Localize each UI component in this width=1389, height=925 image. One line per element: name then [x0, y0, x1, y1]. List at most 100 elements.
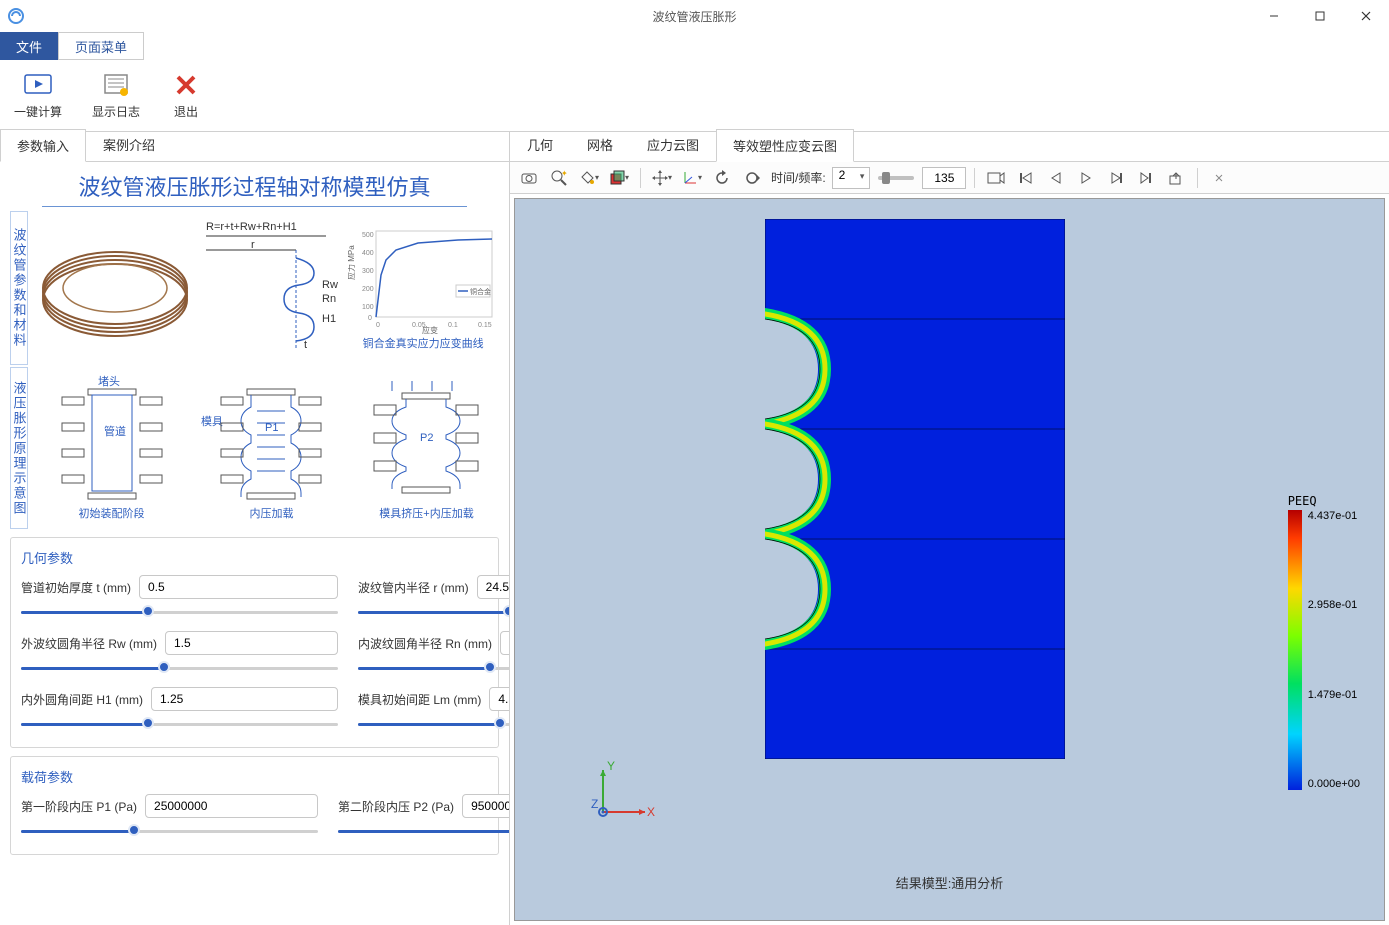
- param-row: 第二阶段内压 P2 (Pa): [338, 794, 510, 840]
- param-input[interactable]: [500, 631, 510, 655]
- param-row: 第一阶段内压 P1 (Pa): [21, 794, 318, 840]
- app-icon: [0, 0, 32, 32]
- param-slider[interactable]: [21, 822, 318, 840]
- tab-mesh[interactable]: 网格: [570, 128, 630, 161]
- svg-text:0: 0: [368, 315, 372, 322]
- diagram-geom-mat: R=r+t+Rw+Rn+H1 r Rw Rn H1 t 应力 MPa: [34, 211, 499, 365]
- axes-icon[interactable]: ▾: [679, 166, 705, 190]
- svg-text:300: 300: [362, 268, 374, 275]
- param-input[interactable]: [489, 687, 510, 711]
- param-slider[interactable]: [21, 715, 338, 733]
- svg-text:Rn: Rn: [322, 293, 336, 305]
- menu-page[interactable]: 页面菜单: [58, 32, 144, 60]
- param-input[interactable]: [151, 687, 338, 711]
- compute-label: 一键计算: [14, 103, 62, 120]
- param-slider[interactable]: [358, 659, 510, 677]
- showlog-button[interactable]: 显示日志: [86, 67, 146, 124]
- first-frame-icon[interactable]: [1013, 166, 1039, 190]
- record-icon[interactable]: [983, 166, 1009, 190]
- param-label: 第二阶段内压 P2 (Pa): [338, 798, 454, 815]
- rotate-icon[interactable]: [709, 166, 735, 190]
- param-input[interactable]: [145, 794, 318, 818]
- prev-frame-icon[interactable]: [1043, 166, 1069, 190]
- cube-icon[interactable]: ▾: [606, 166, 632, 190]
- diagram-principle: 堵头 管道 初始装配阶段 模具: [34, 367, 499, 529]
- param-input[interactable]: [139, 575, 338, 599]
- tab-geometry[interactable]: 几何: [510, 128, 570, 161]
- time-select[interactable]: 2: [832, 167, 871, 189]
- last-frame-icon[interactable]: [1133, 166, 1159, 190]
- param-input[interactable]: [477, 575, 510, 599]
- close-button[interactable]: [1343, 0, 1389, 32]
- param-slider[interactable]: [21, 603, 338, 621]
- exit-button[interactable]: 退出: [164, 67, 208, 124]
- svg-text:应变: 应变: [422, 325, 438, 335]
- refresh-icon[interactable]: [739, 166, 765, 190]
- frame-input[interactable]: [922, 167, 966, 189]
- window-title: 波纹管液压胀形: [0, 8, 1389, 25]
- maximize-button[interactable]: [1297, 0, 1343, 32]
- next-frame-icon[interactable]: [1103, 166, 1129, 190]
- param-slider[interactable]: [358, 603, 510, 621]
- svg-text:0: 0: [376, 322, 380, 329]
- compute-button[interactable]: 一键计算: [8, 67, 68, 124]
- left-panel: 波纹管液压胀形过程轴对称模型仿真 波纹管参数和材料 R=r+t+Rw+Rn+H1…: [0, 162, 510, 925]
- param-label: 第一阶段内压 P1 (Pa): [21, 798, 137, 815]
- svg-text:400: 400: [362, 250, 374, 257]
- param-label: 波纹管内半径 r (mm): [358, 579, 469, 596]
- stage2-diagram: 模具 P1: [197, 375, 347, 505]
- tab-param-input[interactable]: 参数输入: [0, 129, 86, 162]
- param-input[interactable]: [462, 794, 510, 818]
- svg-text:0.1: 0.1: [448, 322, 458, 329]
- showlog-label: 显示日志: [92, 103, 140, 120]
- param-label: 管道初始厚度 t (mm): [21, 579, 131, 596]
- log-icon: [100, 71, 132, 99]
- menu-file[interactable]: 文件: [0, 32, 58, 60]
- param-row: 内波纹圆角半径 Rn (mm): [358, 631, 510, 677]
- camera-icon[interactable]: [516, 166, 542, 190]
- section-label-principle: 液压胀形原理示意图: [10, 367, 28, 529]
- curve-caption: 铜合金真实应力应变曲线: [363, 335, 484, 351]
- export-icon[interactable]: [1163, 166, 1189, 190]
- fieldset-load-params: 载荷参数 第一阶段内压 P1 (Pa)第二阶段内压 P2 (Pa): [10, 756, 499, 855]
- tab-peeq[interactable]: 等效塑性应变云图: [716, 129, 854, 162]
- tab-case-intro[interactable]: 案例介绍: [86, 128, 172, 161]
- more-icon[interactable]: [1206, 166, 1232, 190]
- dimension-sketch: R=r+t+Rw+Rn+H1 r Rw Rn H1 t: [196, 218, 346, 358]
- stage1-diagram: 堵头 管道: [42, 375, 182, 505]
- svg-text:0.15: 0.15: [478, 322, 492, 329]
- param-slider[interactable]: [338, 822, 510, 840]
- param-slider[interactable]: [358, 715, 510, 733]
- tab-stress[interactable]: 应力云图: [630, 128, 716, 161]
- param-row: 管道初始厚度 t (mm): [21, 575, 338, 621]
- viewport-toolbar: ✦ ▾ ▾ ▾ ▾ 时间/频率: 2 ▾: [510, 162, 1389, 194]
- exit-icon: [170, 71, 202, 99]
- titlebar: 波纹管液压胀形: [0, 0, 1389, 32]
- svg-text:堵头: 堵头: [98, 375, 120, 388]
- move-icon[interactable]: ▾: [649, 166, 675, 190]
- param-row: 内外圆角间距 H1 (mm): [21, 687, 338, 733]
- svg-text:t: t: [304, 339, 307, 351]
- svg-text:P1: P1: [265, 422, 278, 434]
- axis-triad: X Y Z: [585, 760, 655, 830]
- param-input[interactable]: [165, 631, 338, 655]
- minimize-button[interactable]: [1251, 0, 1297, 32]
- exit-label: 退出: [174, 103, 198, 120]
- result-caption: 结果模型:通用分析: [515, 873, 1384, 892]
- chevron-down-icon: ▾: [860, 171, 865, 182]
- svg-text:管道: 管道: [104, 424, 126, 438]
- viewport[interactable]: X Y Z PEEQ: [514, 198, 1385, 921]
- zoom-icon[interactable]: ✦: [546, 166, 572, 190]
- play-icon[interactable]: [1073, 166, 1099, 190]
- panel-title: 波纹管液压胀形过程轴对称模型仿真: [42, 166, 467, 207]
- param-label: 模具初始间距 Lm (mm): [358, 691, 481, 708]
- menubar: 文件 页面菜单: [0, 32, 1389, 60]
- frame-slider[interactable]: [878, 176, 914, 180]
- svg-text:应力 MPa: 应力 MPa: [348, 245, 356, 280]
- svg-text:X: X: [647, 805, 655, 819]
- svg-text:R=r+t+Rw+Rn+H1: R=r+t+Rw+Rn+H1: [206, 221, 297, 233]
- bellows-ring-illustration: [35, 228, 195, 348]
- bucket-icon[interactable]: ▾: [576, 166, 602, 190]
- param-slider[interactable]: [21, 659, 338, 677]
- stress-strain-chart: 应力 MPa 500 400 300 200 100 0 0 0.05 0.1 …: [348, 225, 498, 335]
